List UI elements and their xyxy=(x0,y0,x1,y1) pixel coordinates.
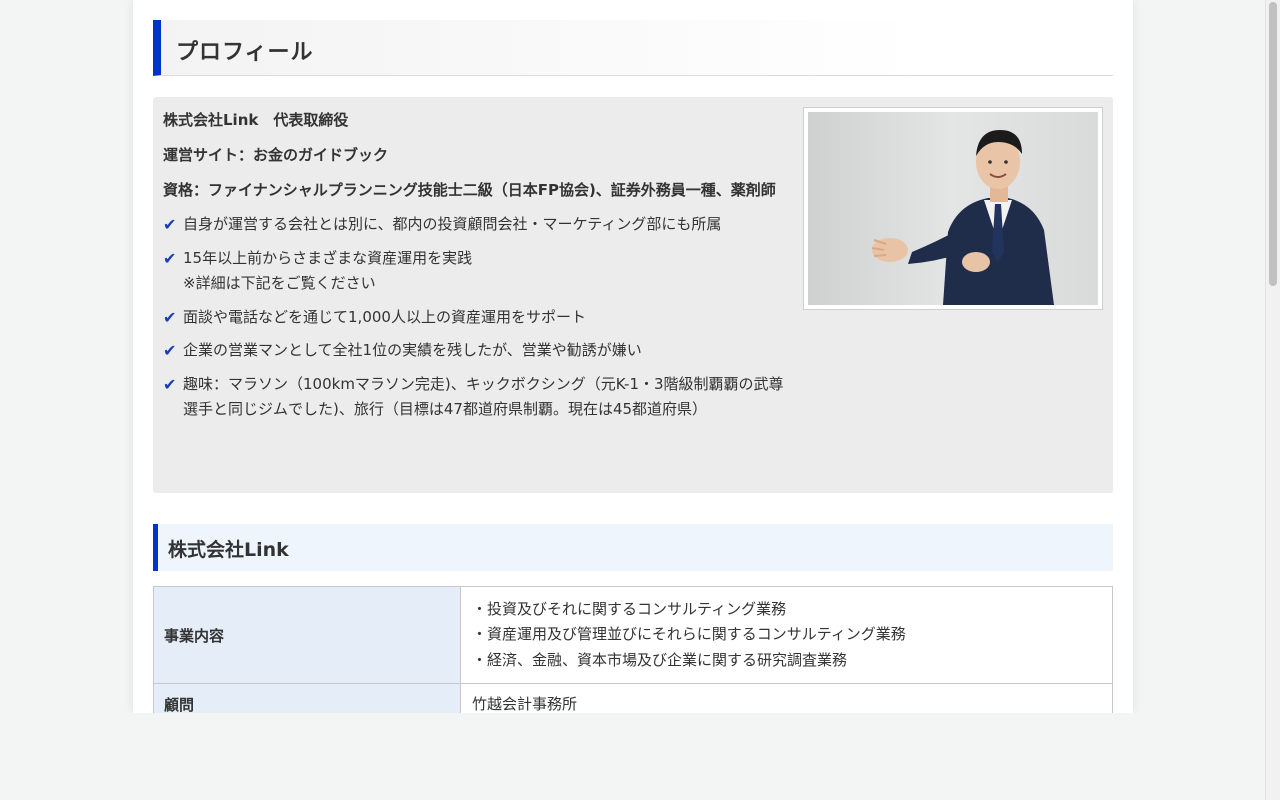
page-scrollbar[interactable] xyxy=(1265,0,1280,800)
check-icon: ✔ xyxy=(163,374,177,394)
table-row: 顧問 竹越会計事務所 xyxy=(153,683,1113,713)
profile-text: 株式会社Link 代表取締役 運営サイト：お金のガイドブック 資格：ファイナンシ… xyxy=(163,107,785,431)
bottom-band xyxy=(0,713,1266,800)
profile-heading-text: プロフィール xyxy=(176,40,314,65)
row-label: 顧問 xyxy=(153,683,461,713)
profile-box: 株式会社Link 代表取締役 運営サイト：お金のガイドブック 資格：ファイナンシ… xyxy=(153,97,1113,493)
company-info-table: 事業内容 ・投資及びそれに関するコンサルティング業務 ・資産運用及び管理並びにそ… xyxy=(153,586,1113,713)
business-line: ・資産運用及び管理並びにそれらに関するコンサルティング業務 xyxy=(472,625,906,644)
profile-title-line: 株式会社Link 代表取締役 xyxy=(163,111,349,129)
row-label: 事業内容 xyxy=(153,586,461,684)
portrait-photo-frame xyxy=(803,107,1103,310)
scrollbar-thumb[interactable] xyxy=(1269,2,1277,286)
advisor-line: 竹越会計事務所 xyxy=(472,695,578,713)
profile-point: ✔ 15年以上前からさまざまな資産運用を実践 ※詳細は下記をご覧ください xyxy=(163,246,785,297)
profile-points-list: ✔ 自身が運営する会社とは別に、都内の投資顧問会社・マーケティング部にも所属 ✔… xyxy=(163,212,785,423)
profile-site-line: 運営サイト：お金のガイドブック xyxy=(163,146,389,164)
profile-point-text: 面談や電話などを通じて1,000人以上の資産運用をサポート xyxy=(183,307,586,326)
content-card: プロフィール 株式会社Link 代表取締役 運営サイト：お金のガイドブック 資格… xyxy=(133,0,1133,713)
check-icon: ✔ xyxy=(163,248,177,268)
profile-point-text: 企業の営業マンとして全社1位の実績を残したが、営業や勧誘が嫌い xyxy=(183,341,642,359)
portrait-photo xyxy=(808,112,1098,305)
company-heading-text: 株式会社Link xyxy=(168,539,289,561)
business-line: ・経済、金融、資本市場及び企業に関する研究調査業務 xyxy=(472,650,848,669)
profile-point: ✔ 自身が運営する会社とは別に、都内の投資顧問会社・マーケティング部にも所属 xyxy=(163,212,785,238)
profile-point: ✔ 面談や電話などを通じて1,000人以上の資産運用をサポート xyxy=(163,305,785,331)
check-icon: ✔ xyxy=(163,215,177,234)
company-heading: 株式会社Link xyxy=(153,524,1113,571)
profile-point-note: ※詳細は下記をご覧ください xyxy=(183,274,376,292)
business-line: ・投資及びそれに関するコンサルティング業務 xyxy=(472,599,787,618)
row-value: ・投資及びそれに関するコンサルティング業務 ・資産運用及び管理並びにそれらに関す… xyxy=(460,586,1113,684)
row-value: 竹越会計事務所 xyxy=(460,683,1113,713)
profile-point-text: 趣味：マラソン（100kmマラソン完走)、キックボクシング（元K-1・3階級制覇… xyxy=(183,374,784,419)
table-row: 事業内容 ・投資及びそれに関するコンサルティング業務 ・資産運用及び管理並びにそ… xyxy=(153,586,1113,684)
profile-point-text: 自身が運営する会社とは別に、都内の投資顧問会社・マーケティング部にも所属 xyxy=(183,215,722,233)
profile-qualification-line: 資格：ファイナンシャルプランニング技能士二級（日本FP協会)、証券外務員一種、薬… xyxy=(163,181,776,199)
profile-point: ✔ 趣味：マラソン（100kmマラソン完走)、キックボクシング（元K-1・3階級… xyxy=(163,372,785,423)
check-icon: ✔ xyxy=(163,307,177,327)
profile-point: ✔ 企業の営業マンとして全社1位の実績を残したが、営業や勧誘が嫌い xyxy=(163,338,785,364)
profile-heading: プロフィール xyxy=(153,20,1113,76)
profile-point-text: 15年以上前からさまざまな資産運用を実践 xyxy=(183,248,473,267)
check-icon: ✔ xyxy=(163,341,177,360)
